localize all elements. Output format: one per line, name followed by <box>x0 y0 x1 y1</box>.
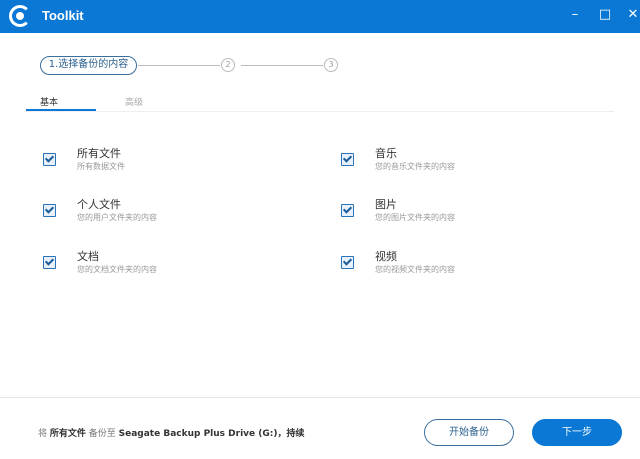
option-videos[interactable]: 视频 您的视频文件夹的内容 <box>341 250 591 288</box>
step-3: 3 <box>324 58 338 72</box>
step-connector <box>241 65 323 66</box>
summary-text: 将 <box>38 429 50 439</box>
option-title: 所有文件 <box>77 147 121 160</box>
option-music[interactable]: 音乐 您的音乐文件夹的内容 <box>341 147 591 185</box>
checkbox-checked-icon[interactable] <box>341 204 354 217</box>
summary-drive: Seagate Backup Plus Drive (G:) <box>118 429 278 439</box>
step-connector <box>138 65 220 66</box>
option-subtitle: 您的图片文件夹的内容 <box>375 213 455 222</box>
footer-divider <box>0 397 640 398</box>
option-all-files[interactable]: 所有文件 所有数据文件 <box>43 147 293 185</box>
tab-basic[interactable]: 基本 <box>40 95 58 108</box>
option-subtitle: 所有数据文件 <box>77 162 125 171</box>
option-title: 图片 <box>375 198 397 211</box>
app-logo-icon <box>9 5 31 27</box>
option-title: 文档 <box>77 250 99 263</box>
option-pictures[interactable]: 图片 您的图片文件夹的内容 <box>341 198 591 236</box>
checkbox-checked-icon[interactable] <box>341 153 354 166</box>
window-title: Toolkit <box>42 8 84 23</box>
option-subtitle: 您的音乐文件夹的内容 <box>375 162 455 171</box>
option-documents[interactable]: 文档 您的文档文件夹的内容 <box>43 250 293 288</box>
close-button[interactable]: ✕ <box>624 7 640 22</box>
minimize-button[interactable]: – <box>566 7 584 22</box>
option-personal-files[interactable]: 个人文件 您的用户文件夹的内容 <box>43 198 293 236</box>
active-tab-indicator <box>26 109 96 111</box>
option-title: 音乐 <box>375 147 397 160</box>
summary-schedule: ，持续 <box>277 429 305 439</box>
maximize-button[interactable]: □ <box>596 7 614 22</box>
start-backup-button[interactable]: 开始备份 <box>424 419 514 446</box>
option-subtitle: 您的视频文件夹的内容 <box>375 265 455 274</box>
title-bar: Toolkit – □ ✕ <box>0 0 640 33</box>
option-title: 个人文件 <box>77 198 121 211</box>
tab-advanced[interactable]: 高级 <box>125 95 143 108</box>
checkbox-checked-icon[interactable] <box>341 256 354 269</box>
step-2: 2 <box>221 58 235 72</box>
summary-text: 备份至 <box>85 429 119 439</box>
option-subtitle: 您的文档文件夹的内容 <box>77 265 157 274</box>
summary-selection: 所有文件 <box>49 429 86 439</box>
checkbox-checked-icon[interactable] <box>43 204 56 217</box>
tab-divider <box>26 111 614 112</box>
step-1-current: 1.选择备份的内容 <box>40 56 137 75</box>
option-title: 视频 <box>375 250 397 263</box>
next-button[interactable]: 下一步 <box>532 419 622 446</box>
checkbox-checked-icon[interactable] <box>43 153 56 166</box>
checkbox-checked-icon[interactable] <box>43 256 56 269</box>
option-subtitle: 您的用户文件夹的内容 <box>77 213 157 222</box>
backup-summary: 将 所有文件 备份至 Seagate Backup Plus Drive (G:… <box>38 426 304 439</box>
